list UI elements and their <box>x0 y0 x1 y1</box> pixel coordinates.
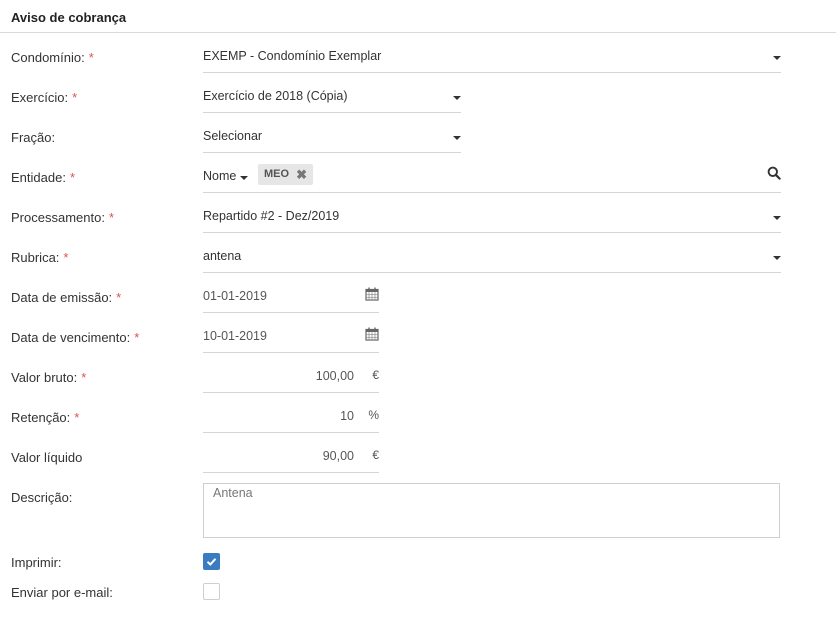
entidade-filter-label: Nome <box>203 169 237 183</box>
entidade-tag-label: MEO <box>264 168 290 180</box>
exercicio-label: Exercício: * <box>11 90 78 105</box>
entidade-tag: MEO ✖ <box>258 164 314 185</box>
condominio-value: EXEMP - Condomínio Exemplar <box>203 49 382 63</box>
retencao-label: Retenção: * <box>11 410 80 425</box>
data-vencimento-input[interactable]: 10-01-2019 <box>203 325 379 353</box>
rubrica-select[interactable]: antena <box>203 245 781 273</box>
descricao-label: Descrição: <box>11 490 73 505</box>
valor-bruto-input[interactable]: 100,00 € <box>203 365 379 393</box>
condominio-label: Condomínio: * <box>11 50 94 65</box>
form-title: Aviso de cobrança <box>11 10 127 25</box>
chevron-down-icon <box>773 256 781 260</box>
valor-bruto-label: Valor bruto: * <box>11 370 87 385</box>
retencao-input[interactable]: 10 % <box>203 405 379 433</box>
data-emissao-input[interactable]: 01-01-2019 <box>203 285 379 313</box>
required-mark: * <box>134 330 140 345</box>
rubrica-value: antena <box>203 249 242 263</box>
exercicio-value: Exercício de 2018 (Cópia) <box>203 89 348 103</box>
fracao-select[interactable]: Selecionar <box>203 125 461 153</box>
chevron-down-icon <box>773 56 781 60</box>
entidade-label: Entidade: * <box>11 170 75 185</box>
data-vencimento-value: 10-01-2019 <box>203 329 267 343</box>
checkmark-icon <box>206 558 217 566</box>
imprimir-label: Imprimir: <box>11 555 62 570</box>
processamento-value: Repartido #2 - Dez/2019 <box>203 209 340 223</box>
condominio-select[interactable]: EXEMP - Condomínio Exemplar <box>203 45 781 73</box>
entidade-filter-dropdown[interactable]: Nome <box>203 169 236 183</box>
required-mark: * <box>108 210 114 225</box>
required-mark: * <box>81 370 87 385</box>
data-emissao-value: 01-01-2019 <box>203 289 267 303</box>
required-mark: * <box>72 90 78 105</box>
descricao-value: Antena <box>213 486 253 500</box>
euro-unit: € <box>372 368 379 382</box>
calendar-icon[interactable] <box>365 327 379 341</box>
required-mark: * <box>74 410 80 425</box>
chevron-down-icon <box>453 96 461 100</box>
chevron-down-icon <box>453 136 461 140</box>
percent-unit: % <box>368 408 379 422</box>
fracao-label: Fração: <box>11 130 56 145</box>
exercicio-select[interactable]: Exercício de 2018 (Cópia) <box>203 85 461 113</box>
euro-unit: € <box>372 448 379 462</box>
rubrica-label: Rubrica: * <box>11 250 69 265</box>
valor-liquido-value: 90,00 <box>322 449 354 463</box>
title-divider <box>0 32 836 33</box>
entidade-field[interactable]: Nome MEO ✖ <box>203 164 781 193</box>
enviar-email-checkbox[interactable] <box>203 583 220 600</box>
valor-liquido-input[interactable]: 90,00 € <box>203 445 379 473</box>
retencao-value: 10 <box>340 409 354 423</box>
data-vencimento-label: Data de vencimento: * <box>11 330 140 345</box>
fracao-value: Selecionar <box>203 129 263 143</box>
valor-liquido-label: Valor líquido <box>11 450 83 465</box>
processamento-select[interactable]: Repartido #2 - Dez/2019 <box>203 205 781 233</box>
descricao-textarea[interactable]: Antena <box>203 483 780 538</box>
valor-bruto-value: 100,00 <box>315 369 354 383</box>
close-icon[interactable]: ✖ <box>296 164 307 185</box>
required-mark: * <box>116 290 122 305</box>
required-mark: * <box>63 250 69 265</box>
chevron-down-icon <box>240 176 248 180</box>
search-icon[interactable] <box>767 166 781 180</box>
calendar-icon[interactable] <box>365 287 379 301</box>
imprimir-checkbox[interactable] <box>203 553 220 570</box>
chevron-down-icon <box>773 216 781 220</box>
enviar-email-label: Enviar por e-mail: <box>11 585 113 600</box>
data-emissao-label: Data de emissão: * <box>11 290 122 305</box>
required-mark: * <box>69 170 75 185</box>
required-mark: * <box>88 50 94 65</box>
processamento-label: Processamento: * <box>11 210 114 225</box>
